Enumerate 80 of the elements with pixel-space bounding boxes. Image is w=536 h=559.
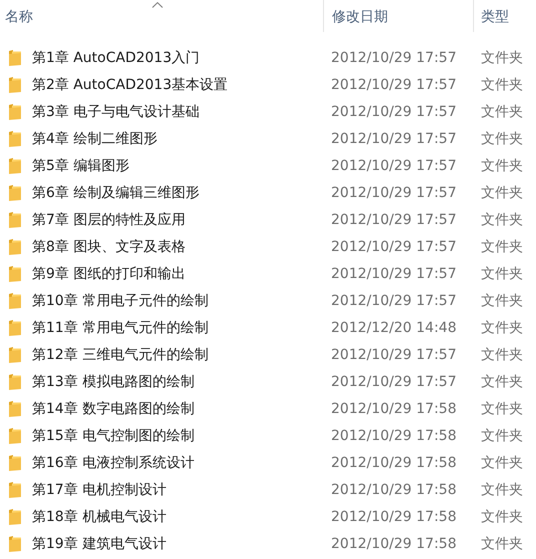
modified-date: 2012/12/20 14:48 [330, 320, 458, 336]
folder-icon [9, 158, 21, 174]
column-header[interactable]: 名称 [0, 0, 323, 32]
folder-name[interactable]: 第3章 电子与电气设计基础 [32, 102, 200, 120]
modified-date: 2012/10/29 17:57 [330, 158, 458, 174]
folder-icon [9, 238, 21, 254]
folder-icon [9, 428, 21, 444]
folder-name[interactable]: 第7章 图层的特性及应用 [32, 210, 186, 228]
folder-name[interactable]: 第17章 电机控制设计 [32, 480, 166, 498]
folder-icon [9, 454, 21, 470]
file-type: 文件夹 [480, 318, 524, 336]
folder-icon [9, 536, 21, 552]
folder-name[interactable]: 第1章 AutoCAD2013入门 [32, 48, 200, 66]
folder-name[interactable]: 第2章 AutoCAD2013基本设置 [32, 76, 228, 94]
modified-date: 2012/10/29 17:57 [330, 346, 458, 362]
modified-date: 2012/10/29 17:57 [330, 50, 458, 66]
folder-name[interactable]: 第12章 三维电气元件的绘制 [32, 346, 208, 364]
file-type: 文件夹 [480, 400, 524, 418]
modified-date: 2012/10/29 17:57 [330, 184, 458, 200]
file-type: 文件夹 [480, 534, 524, 552]
folder-name[interactable]: 第4章 绘制二维图形 [32, 130, 158, 148]
modified-date: 2012/10/29 17:57 [330, 104, 458, 120]
modified-date: 2012/10/29 17:57 [330, 292, 458, 308]
folder-name[interactable]: 第13章 模拟电路图的绘制 [32, 372, 194, 390]
file-type: 文件夹 [480, 210, 524, 228]
modified-date: 2012/10/29 17:58 [330, 428, 458, 444]
file-type: 文件夹 [480, 156, 524, 174]
file-type: 文件夹 [480, 76, 524, 94]
sort-ascending-icon [152, 2, 163, 8]
folder-icon [9, 508, 21, 524]
modified-date: 2012/10/29 17:57 [330, 266, 458, 282]
folder-name[interactable]: 第8章 图块、文字及表格 [32, 238, 186, 256]
modified-date: 2012/10/29 17:58 [330, 482, 458, 498]
folder-icon [9, 320, 21, 336]
folder-name[interactable]: 第15章 电气控制图的绘制 [32, 426, 194, 444]
file-type: 文件夹 [480, 508, 524, 526]
folder-name[interactable]: 第16章 电液控制系统设计 [32, 454, 194, 472]
file-type: 文件夹 [480, 480, 524, 498]
file-type: 文件夹 [480, 454, 524, 472]
modified-date: 2012/10/29 17:57 [330, 130, 458, 146]
folder-icon [9, 346, 21, 362]
folder-icon [9, 400, 21, 416]
modified-date: 2012/10/29 17:58 [330, 536, 458, 552]
column-header[interactable]: 类型 [473, 0, 536, 32]
folder-icon [9, 50, 21, 66]
file-type: 文件夹 [480, 238, 524, 256]
file-type: 文件夹 [480, 346, 524, 364]
folder-name[interactable]: 第18章 机械电气设计 [32, 508, 166, 526]
file-type: 文件夹 [480, 130, 524, 148]
folder-icon [9, 292, 21, 308]
modified-date: 2012/10/29 17:58 [330, 400, 458, 416]
modified-date: 2012/10/29 17:57 [330, 212, 458, 228]
folder-icon [9, 212, 21, 228]
folder-name[interactable]: 第10章 常用电子元件的绘制 [32, 292, 208, 310]
file-type: 文件夹 [480, 292, 524, 310]
folder-icon [9, 266, 21, 282]
folder-icon [9, 482, 21, 498]
folder-name[interactable]: 第19章 建筑电气设计 [32, 534, 166, 552]
file-type: 文件夹 [480, 426, 524, 444]
column-header[interactable]: 修改日期 [323, 0, 473, 32]
file-type: 文件夹 [480, 372, 524, 390]
folder-icon [9, 374, 21, 390]
folder-icon [9, 76, 21, 92]
modified-date: 2012/10/29 17:57 [330, 76, 458, 92]
folder-name[interactable]: 第11章 常用电气元件的绘制 [32, 318, 208, 336]
modified-date: 2012/10/29 17:58 [330, 454, 458, 470]
folder-name[interactable]: 第6章 绘制及编辑三维图形 [32, 184, 200, 202]
file-type: 文件夹 [480, 102, 524, 120]
folder-icon [9, 130, 21, 146]
folder-icon [9, 184, 21, 200]
folder-name[interactable]: 第5章 编辑图形 [32, 156, 130, 174]
modified-date: 2012/10/29 17:57 [330, 374, 458, 390]
file-type: 文件夹 [480, 264, 524, 282]
folder-icon [9, 104, 21, 120]
file-type: 文件夹 [480, 184, 524, 202]
folder-name[interactable]: 第9章 图纸的打印和输出 [32, 264, 186, 282]
folder-name[interactable]: 第14章 数字电路图的绘制 [32, 400, 194, 418]
modified-date: 2012/10/29 17:57 [330, 238, 458, 254]
modified-date: 2012/10/29 17:58 [330, 508, 458, 524]
file-type: 文件夹 [480, 48, 524, 66]
